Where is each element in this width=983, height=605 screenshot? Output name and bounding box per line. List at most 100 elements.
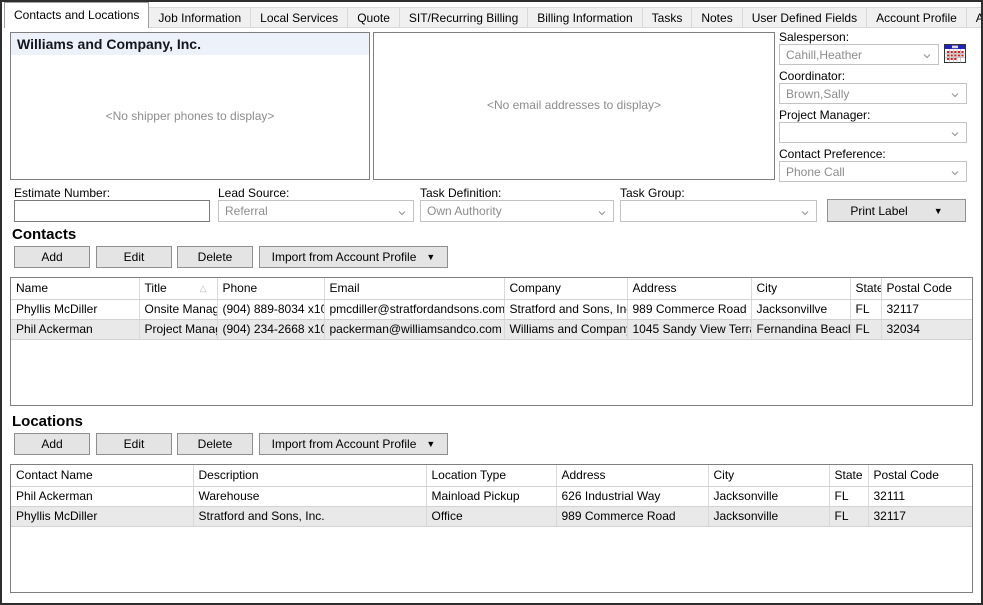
- cell-phone: (904) 234-2668 x10: [217, 319, 324, 339]
- menu-arrow-icon: ▼: [426, 439, 435, 449]
- tab-job-information[interactable]: Job Information: [148, 7, 251, 28]
- task-definition-label: Task Definition:: [420, 186, 501, 200]
- tab-billing-information[interactable]: Billing Information: [527, 7, 642, 28]
- project-manager-label: Project Manager:: [779, 108, 870, 122]
- locations-column-location-type[interactable]: Location Type: [426, 465, 556, 486]
- contacts-column-title[interactable]: △ Title: [139, 278, 217, 299]
- cell-state: FL: [829, 506, 868, 526]
- tab-notes[interactable]: Notes: [691, 7, 742, 28]
- estimate-number-input[interactable]: [14, 200, 210, 222]
- tab-tasks[interactable]: Tasks: [642, 7, 693, 28]
- lead-source-value: Referral: [225, 204, 268, 218]
- cell-city: Jacksonvillve: [751, 299, 850, 319]
- lead-source-select[interactable]: Referral: [218, 200, 414, 222]
- cell-state: FL: [829, 486, 868, 506]
- locations-header-row: Contact Name Description Location Type A…: [11, 465, 972, 486]
- tab-contacts-and-locations[interactable]: Contacts and Locations: [4, 2, 149, 28]
- tab-agents[interactable]: Agents: [966, 7, 983, 28]
- locations-column-state[interactable]: State: [829, 465, 868, 486]
- task-group-label: Task Group:: [620, 186, 685, 200]
- lead-source-label: Lead Source:: [218, 186, 289, 200]
- calendar-icon[interactable]: [944, 44, 966, 63]
- estimate-number-label: Estimate Number:: [14, 186, 110, 200]
- cell-email: pmcdiller@stratfordandsons.com: [324, 299, 504, 319]
- tab-user-defined-fields[interactable]: User Defined Fields: [742, 7, 867, 28]
- contacts-column-phone[interactable]: Phone: [217, 278, 324, 299]
- locations-column-contact-name[interactable]: Contact Name: [11, 465, 193, 486]
- cell-address: 989 Commerce Road: [627, 299, 751, 319]
- locations-edit-button[interactable]: Edit: [96, 433, 172, 455]
- cell-state: FL: [850, 319, 881, 339]
- shipper-phones-panel: Williams and Company, Inc. <No shipper p…: [10, 32, 370, 180]
- sort-ascending-icon: △: [200, 283, 207, 294]
- task-group-select[interactable]: [620, 200, 817, 222]
- tab-sit-recurring-billing[interactable]: SIT/Recurring Billing: [399, 7, 528, 28]
- cell-title: Onsite Manager: [139, 299, 217, 319]
- cell-city: Jacksonville: [708, 486, 829, 506]
- cell-contact-name: Phyllis McDiller: [11, 506, 193, 526]
- salesperson-value: Cahill,Heather: [786, 48, 862, 62]
- no-email-addresses-message: <No email addresses to display>: [374, 98, 774, 112]
- tab-account-profile[interactable]: Account Profile: [866, 7, 967, 28]
- cell-address: 626 Industrial Way: [556, 486, 708, 506]
- task-definition-value: Own Authority: [427, 204, 502, 218]
- contacts-row-phyllis-mcdiller[interactable]: Phyllis McDiller Onsite Manager (904) 88…: [11, 299, 972, 319]
- project-manager-select[interactable]: [779, 122, 967, 143]
- tab-local-services[interactable]: Local Services: [250, 7, 348, 28]
- cell-company: Stratford and Sons, Inc.: [504, 299, 627, 319]
- contacts-add-button[interactable]: Add: [14, 246, 90, 268]
- tab-quote[interactable]: Quote: [347, 7, 400, 28]
- chevron-down-icon: [951, 169, 959, 177]
- locations-import-from-account-profile-button[interactable]: Import from Account Profile ▼: [259, 433, 448, 455]
- locations-column-postal-code[interactable]: Postal Code: [868, 465, 972, 486]
- task-definition-select[interactable]: Own Authority: [420, 200, 614, 222]
- contacts-column-postal-code[interactable]: Postal Code: [881, 278, 972, 299]
- coordinator-select[interactable]: Brown,Sally: [779, 83, 967, 104]
- locations-table: Contact Name Description Location Type A…: [10, 464, 973, 593]
- locations-add-button[interactable]: Add: [14, 433, 90, 455]
- contacts-import-from-account-profile-button[interactable]: Import from Account Profile ▼: [259, 246, 448, 268]
- print-label-button[interactable]: Print Label ▼: [827, 199, 966, 222]
- cell-location-type: Office: [426, 506, 556, 526]
- coordinator-value: Brown,Sally: [786, 87, 849, 101]
- contacts-and-locations-window: Contacts and Locations Job Information L…: [0, 0, 983, 605]
- locations-row-phil-ackerman[interactable]: Phil Ackerman Warehouse Mainload Pickup …: [11, 486, 972, 506]
- cell-name: Phil Ackerman: [11, 319, 139, 339]
- locations-column-description[interactable]: Description: [193, 465, 426, 486]
- contacts-column-city[interactable]: City: [751, 278, 850, 299]
- contacts-column-state[interactable]: State: [850, 278, 881, 299]
- email-addresses-panel: <No email addresses to display>: [373, 32, 775, 180]
- chevron-down-icon: [923, 52, 931, 60]
- cell-title: Project Manager: [139, 319, 217, 339]
- contacts-column-address[interactable]: Address: [627, 278, 751, 299]
- cell-name: Phyllis McDiller: [11, 299, 139, 319]
- locations-row-phyllis-mcdiller[interactable]: Phyllis McDiller Stratford and Sons, Inc…: [11, 506, 972, 526]
- cell-company: Williams and Company, Inc.: [504, 319, 627, 339]
- contacts-table: Name △ Title Phone Email Company Address…: [10, 277, 973, 406]
- contacts-column-company[interactable]: Company: [504, 278, 627, 299]
- salesperson-select[interactable]: Cahill,Heather: [779, 44, 939, 65]
- contacts-column-name[interactable]: Name: [11, 278, 139, 299]
- shipper-company-name: Williams and Company, Inc.: [11, 33, 369, 55]
- menu-arrow-icon: ▼: [426, 252, 435, 262]
- locations-column-address[interactable]: Address: [556, 465, 708, 486]
- contacts-heading: Contacts: [12, 226, 76, 243]
- locations-column-city[interactable]: City: [708, 465, 829, 486]
- locations-heading: Locations: [12, 413, 83, 430]
- contact-preference-select[interactable]: Phone Call: [779, 161, 967, 182]
- cell-address: 989 Commerce Road: [556, 506, 708, 526]
- locations-delete-button[interactable]: Delete: [177, 433, 253, 455]
- chevron-down-icon: [398, 209, 406, 217]
- cell-contact-name: Phil Ackerman: [11, 486, 193, 506]
- no-shipper-phones-message: <No shipper phones to display>: [11, 109, 369, 123]
- contacts-import-label: Import from Account Profile: [272, 250, 417, 264]
- chevron-down-icon: [598, 209, 606, 217]
- coordinator-label: Coordinator:: [779, 69, 845, 83]
- contacts-column-email[interactable]: Email: [324, 278, 504, 299]
- contacts-delete-button[interactable]: Delete: [177, 246, 253, 268]
- contacts-row-phil-ackerman[interactable]: Phil Ackerman Project Manager (904) 234-…: [11, 319, 972, 339]
- contacts-edit-button[interactable]: Edit: [96, 246, 172, 268]
- contacts-header-row: Name △ Title Phone Email Company Address…: [11, 278, 972, 299]
- cell-state: FL: [850, 299, 881, 319]
- cell-city: Fernandina Beach: [751, 319, 850, 339]
